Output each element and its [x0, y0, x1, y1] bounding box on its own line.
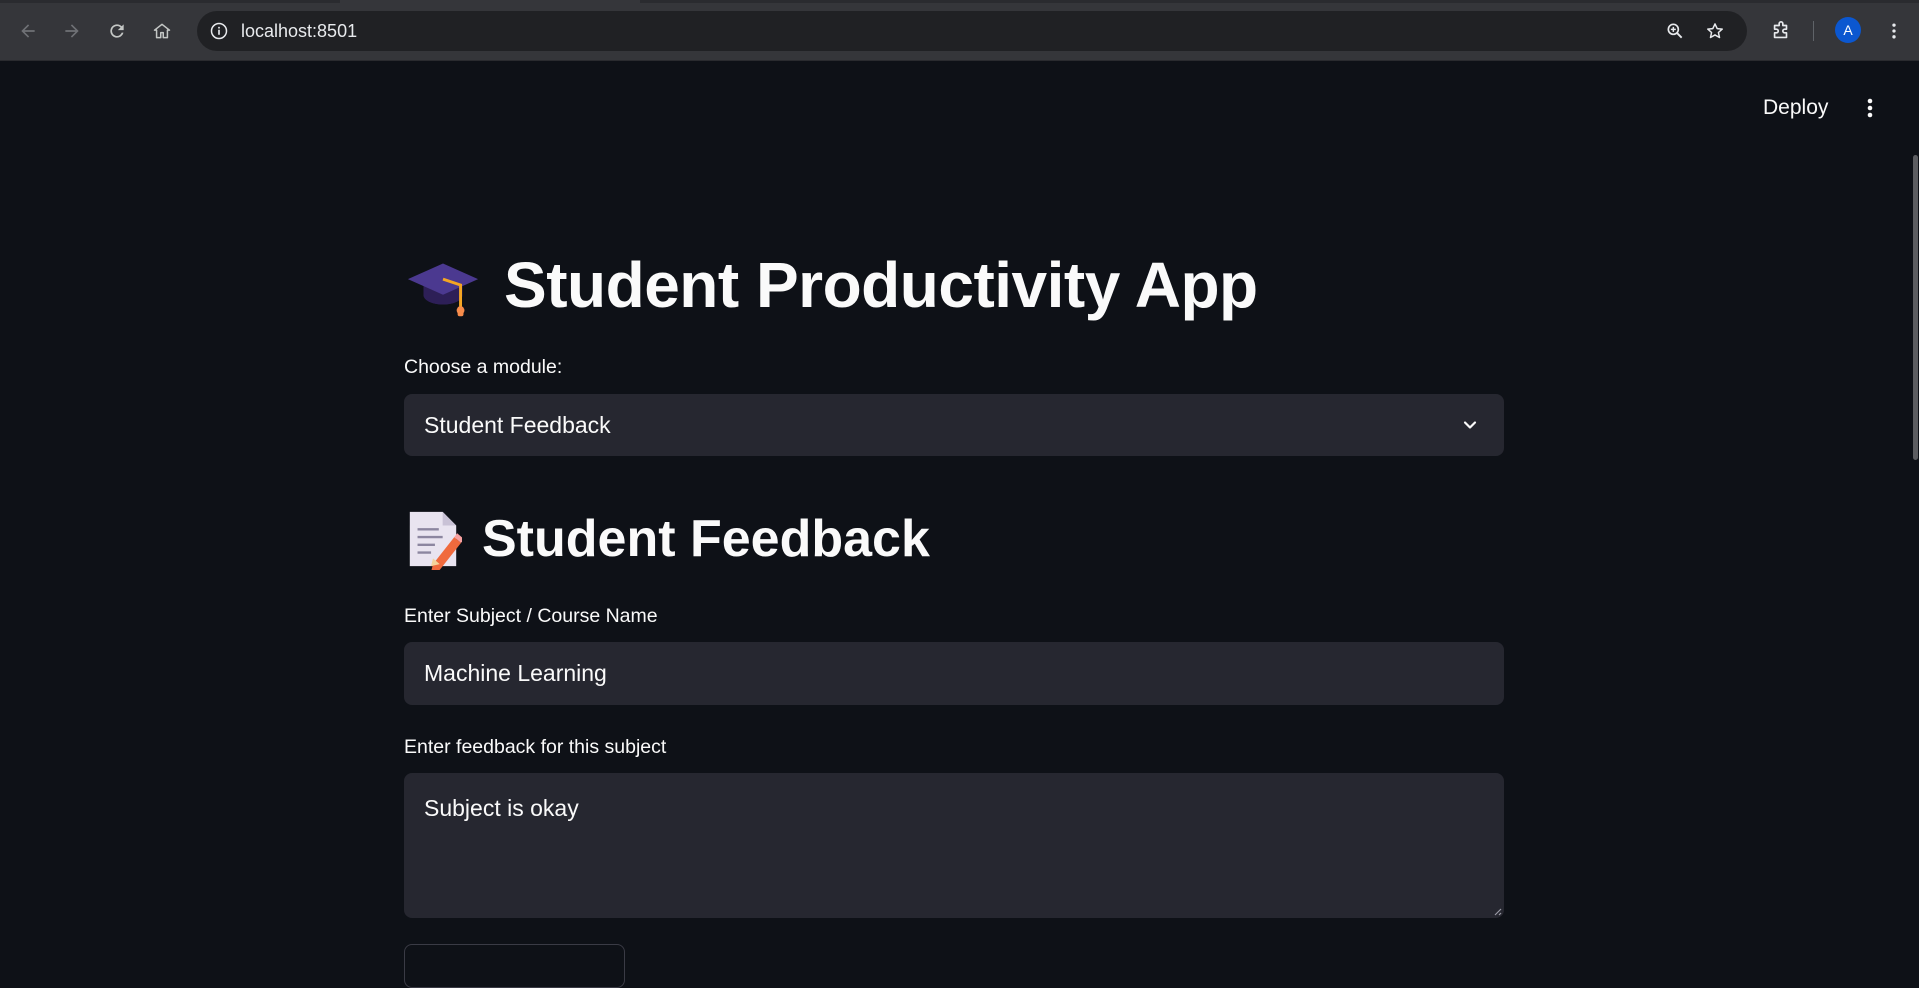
- kebab-menu-icon: [1892, 23, 1896, 39]
- chevron-down-icon[interactable]: [1458, 413, 1482, 437]
- module-select-label: Choose a module:: [404, 356, 563, 378]
- toolbar-separator: [1813, 21, 1814, 41]
- extensions-button[interactable]: [1767, 17, 1795, 45]
- reload-button[interactable]: [100, 14, 134, 48]
- memo-icon: [409, 511, 462, 570]
- url-text[interactable]: localhost:8501: [241, 21, 357, 42]
- app-title: Student Productivity App: [504, 249, 1258, 321]
- feedback-textarea-value[interactable]: Subject is okay: [424, 795, 579, 822]
- section-title: Student Feedback: [482, 510, 930, 568]
- submit-button[interactable]: [404, 944, 625, 988]
- profile-avatar[interactable]: A: [1835, 17, 1861, 43]
- arrow-right-icon: [65, 24, 79, 38]
- feedback-textarea[interactable]: Subject is okay: [404, 773, 1504, 918]
- star-icon: [1707, 23, 1723, 39]
- module-select-value[interactable]: Student Feedback: [424, 394, 611, 456]
- site-info-button[interactable]: [207, 19, 231, 43]
- tab-strip-edge: [0, 0, 1919, 3]
- resize-grip-icon[interactable]: [1492, 906, 1502, 916]
- zoom-button[interactable]: [1663, 19, 1687, 43]
- home-icon: [153, 23, 171, 39]
- back-button[interactable]: [11, 14, 45, 48]
- module-select[interactable]: Student Feedback: [404, 394, 1504, 456]
- address-bar[interactable]: localhost:8501: [197, 11, 1747, 51]
- forward-button[interactable]: [55, 14, 89, 48]
- scrollbar-thumb[interactable]: [1913, 155, 1918, 460]
- page-title: Student Productivity App: [404, 240, 1258, 330]
- puzzle-icon: [1773, 21, 1788, 39]
- app-main-menu-button[interactable]: [1855, 90, 1885, 126]
- arrow-left-icon: [21, 24, 35, 38]
- browser-toolbar: localhost:8501 A: [0, 0, 1919, 61]
- reload-icon: [110, 24, 124, 38]
- feedback-textarea-label: Enter feedback for this subject: [404, 736, 667, 758]
- subject-input-label: Enter Subject / Course Name: [404, 605, 658, 627]
- bookmark-button[interactable]: [1703, 19, 1727, 43]
- info-icon: [210, 22, 228, 40]
- home-button[interactable]: [145, 14, 179, 48]
- section-header: Student Feedback: [404, 502, 930, 576]
- graduation-cap-icon: [407, 263, 479, 317]
- deploy-button[interactable]: Deploy: [1753, 90, 1838, 126]
- kebab-menu-icon: [1867, 98, 1873, 118]
- subject-input[interactable]: [404, 642, 1504, 705]
- zoom-in-icon: [1667, 23, 1683, 39]
- browser-menu-button[interactable]: [1880, 17, 1908, 45]
